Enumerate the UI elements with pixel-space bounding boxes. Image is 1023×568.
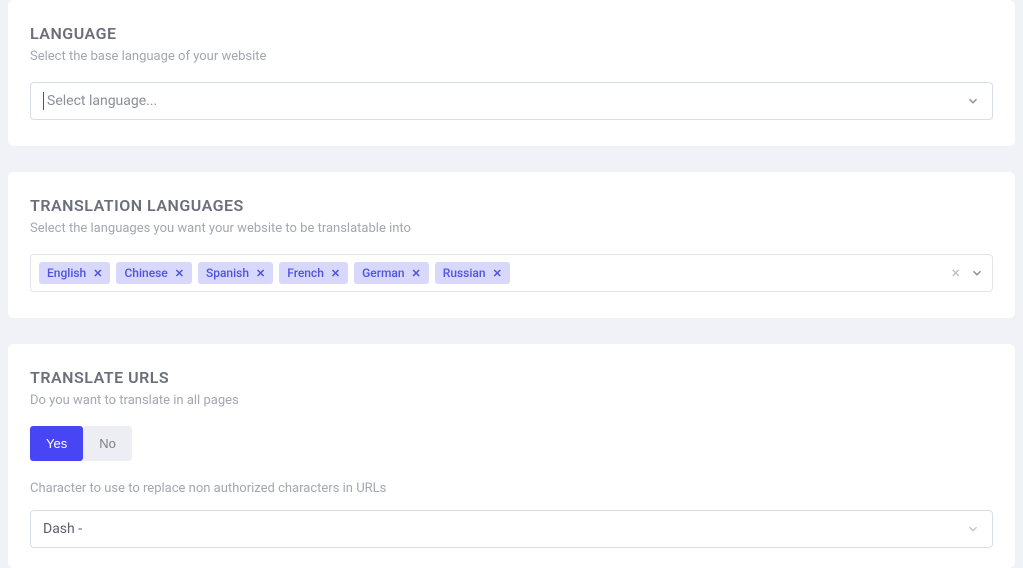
urls-desc: Do you want to translate in all pages: [30, 393, 993, 408]
remove-tag-icon[interactable]: ✕: [493, 267, 502, 280]
translate-toggle: Yes No: [30, 426, 132, 461]
language-tag: Chinese ✕: [116, 262, 192, 284]
tag-label: Spanish: [206, 266, 249, 280]
translation-desc: Select the languages you want your websi…: [30, 221, 993, 236]
multiselect-actions: ×: [951, 265, 984, 281]
no-button[interactable]: No: [83, 426, 132, 461]
language-title: LANGUAGE: [30, 24, 993, 43]
language-select[interactable]: Select language...: [30, 82, 993, 120]
remove-tag-icon[interactable]: ✕: [175, 267, 184, 280]
yes-button[interactable]: Yes: [30, 426, 83, 461]
tag-label: French: [287, 266, 324, 280]
chevron-down-icon: [966, 94, 980, 108]
language-desc: Select the base language of your website: [30, 49, 993, 64]
tag-label: Chinese: [124, 266, 167, 280]
translation-tags: English✕Chinese✕Spanish✕French✕German✕Ru…: [39, 262, 947, 284]
remove-tag-icon[interactable]: ✕: [93, 267, 102, 280]
translation-card: TRANSLATION LANGUAGES Select the languag…: [8, 172, 1015, 318]
language-tag: German ✕: [354, 262, 429, 284]
remove-tag-icon[interactable]: ✕: [256, 267, 265, 280]
char-label: Character to use to replace non authoriz…: [30, 481, 993, 496]
text-caret: [43, 92, 44, 110]
clear-all-icon[interactable]: ×: [951, 265, 960, 281]
tag-label: English: [47, 266, 86, 280]
language-select-placeholder: Select language...: [43, 93, 966, 109]
char-select-value: Dash -: [43, 521, 966, 537]
tag-label: Russian: [443, 266, 486, 280]
chevron-down-icon: [966, 522, 980, 536]
translation-title: TRANSLATION LANGUAGES: [30, 196, 993, 215]
translation-multiselect[interactable]: English✕Chinese✕Spanish✕French✕German✕Ru…: [30, 254, 993, 292]
remove-tag-icon[interactable]: ✕: [412, 267, 421, 280]
language-tag: French ✕: [279, 262, 348, 284]
char-select[interactable]: Dash -: [30, 510, 993, 548]
urls-card: TRANSLATE URLS Do you want to translate …: [8, 344, 1015, 568]
tag-label: German: [362, 266, 404, 280]
language-card: LANGUAGE Select the base language of you…: [8, 0, 1015, 146]
language-tag: English ✕: [39, 262, 110, 284]
chevron-down-icon[interactable]: [970, 266, 984, 280]
language-tag: Russian ✕: [435, 262, 510, 284]
language-tag: Spanish ✕: [198, 262, 273, 284]
remove-tag-icon[interactable]: ✕: [331, 267, 340, 280]
urls-title: TRANSLATE URLS: [30, 368, 993, 387]
